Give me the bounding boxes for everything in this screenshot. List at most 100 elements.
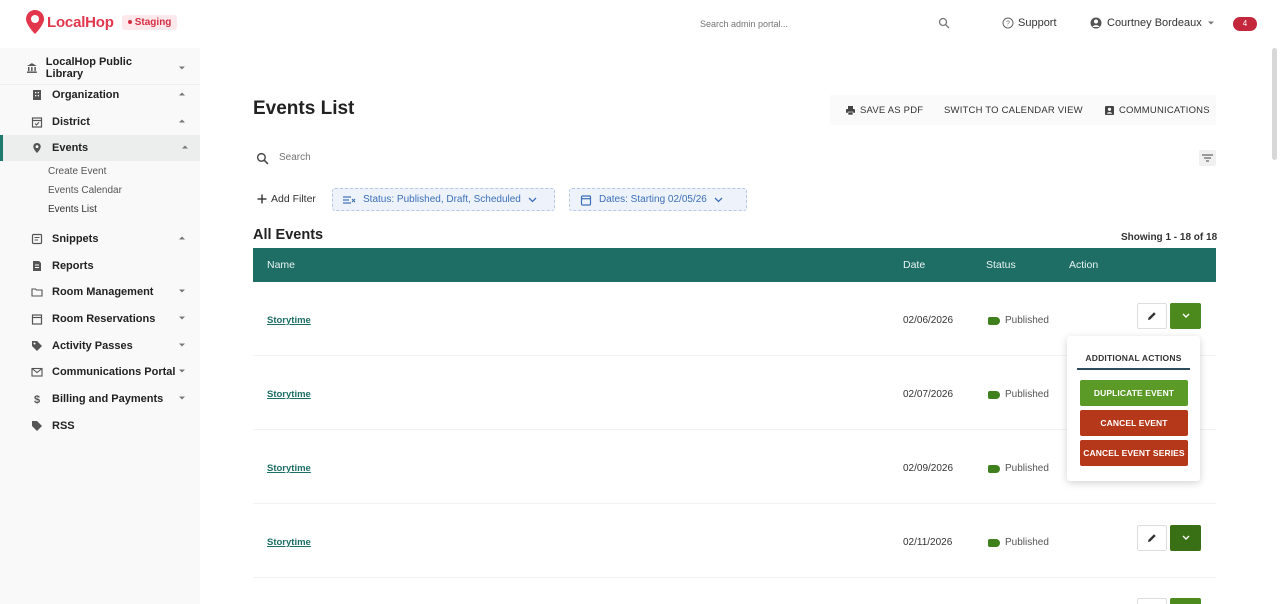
cancel-event-series-button[interactable]: CANCEL EVENT SERIES — [1080, 440, 1188, 466]
tag-icon — [988, 316, 1000, 325]
sidebar: LocalHop Public Library Organization Dis… — [0, 48, 200, 604]
support-label: Support — [1018, 17, 1057, 29]
section-title: All Events — [253, 227, 324, 243]
switch-to-calendar-view-button[interactable]: SWITCH TO CALENDAR VIEW — [944, 101, 1083, 119]
svg-text:$: $ — [34, 394, 40, 405]
event-name-link[interactable]: Storytime — [267, 537, 311, 548]
status-label: Published — [1005, 463, 1049, 474]
event-date: 02/11/2026 — [903, 537, 953, 548]
status-label: Published — [1005, 389, 1049, 400]
library-selector[interactable]: LocalHop Public Library — [26, 56, 186, 80]
events-search — [253, 150, 1216, 168]
sidebar-item-communications-portal[interactable]: Communications Portal — [0, 359, 200, 385]
chevron-down-icon — [528, 197, 537, 202]
status-label: Published — [1005, 315, 1049, 326]
event-name-link[interactable]: Storytime — [267, 389, 311, 400]
snippet-icon — [31, 233, 43, 245]
tag-icon — [988, 464, 1000, 473]
result-count: Showing 1 - 18 of 18 — [1121, 232, 1218, 243]
tag-icon — [32, 341, 42, 351]
sidebar-item-organization[interactable]: Organization — [0, 82, 200, 108]
events-search-input[interactable] — [279, 152, 679, 163]
dates-filter-label: Dates: Starting 02/05/26 — [599, 194, 707, 205]
column-header-date[interactable]: Date — [903, 259, 925, 271]
sidebar-item-billing-and-payments[interactable]: $ Billing and Payments — [0, 386, 200, 412]
caret-up-icon — [182, 145, 188, 149]
caret-down-icon — [179, 396, 185, 400]
dates-filter-chip[interactable]: Dates: Starting 02/05/26 — [569, 188, 747, 211]
map-pin-logo-icon — [26, 10, 44, 34]
sidebar-item-label: Room Reservations — [52, 313, 156, 325]
sidebar-item-label: District — [52, 116, 90, 128]
badge-dot — [127, 20, 132, 24]
more-actions-button[interactable] — [1170, 303, 1201, 329]
pin-icon — [33, 143, 41, 153]
sidebar-item-label: Snippets — [52, 233, 99, 245]
sidebar-item-district[interactable]: District — [0, 109, 200, 135]
event-name-link[interactable]: Storytime — [267, 315, 311, 326]
help-icon: ? — [1002, 17, 1014, 29]
sidebar-subitem-create-event[interactable]: Create Event — [48, 166, 106, 177]
admin-search-input[interactable] — [700, 19, 930, 29]
sidebar-item-label: Events — [52, 142, 89, 154]
notification-badge[interactable]: 4 — [1233, 17, 1257, 31]
sidebar-item-label: RSS — [52, 420, 75, 432]
rss-icon — [32, 421, 42, 431]
column-header-action: Action — [1069, 259, 1099, 271]
filter-lines-icon[interactable] — [1199, 150, 1216, 166]
sidebar-item-snippets[interactable]: Snippets — [0, 226, 200, 252]
filter-cancel-icon — [343, 195, 356, 204]
sidebar-subitem-events-calendar[interactable]: Events Calendar — [48, 185, 122, 196]
caret-down-icon — [179, 369, 185, 373]
env-badge-label: Staging — [134, 16, 172, 28]
communications-button[interactable]: COMMUNICATIONS — [1104, 101, 1210, 119]
status-filter-chip[interactable]: Status: Published, Draft, Scheduled — [332, 188, 555, 211]
user-menu[interactable]: Courtney Bordeaux — [1090, 17, 1215, 29]
page-title: Events List — [253, 98, 355, 119]
more-actions-button[interactable] — [1170, 525, 1201, 551]
caret-down-icon — [179, 289, 185, 293]
column-header-name[interactable]: Name — [267, 259, 295, 271]
status-label: Published — [1005, 537, 1049, 548]
pencil-icon — [1148, 312, 1156, 320]
caret-down-icon — [1207, 21, 1214, 25]
sidebar-item-label: Billing and Payments — [52, 393, 164, 405]
cancel-event-button[interactable]: CANCEL EVENT — [1080, 410, 1188, 436]
sidebar-item-activity-passes[interactable]: Activity Passes — [0, 333, 200, 359]
calendar-check-icon — [31, 117, 43, 128]
duplicate-event-button[interactable]: DUPLICATE EVENT — [1080, 380, 1188, 406]
sidebar-subitem-events-list[interactable]: Events List — [48, 204, 97, 215]
sidebar-item-label: Room Management — [52, 286, 154, 298]
more-actions-button[interactable] — [1170, 598, 1201, 604]
caret-up-icon — [179, 92, 185, 96]
support-link[interactable]: ? Support — [1002, 17, 1057, 29]
sidebar-item-room-management[interactable]: Room Management — [0, 279, 200, 305]
edit-button[interactable] — [1137, 303, 1167, 329]
event-date: 02/09/2026 — [903, 463, 954, 474]
sidebar-item-events[interactable]: Events — [0, 135, 200, 161]
event-name-link[interactable]: Storytime — [267, 463, 311, 474]
sidebar-item-rss[interactable]: RSS — [0, 413, 200, 439]
add-filter-label: Add Filter — [271, 193, 316, 205]
edit-button[interactable] — [1137, 598, 1167, 604]
sidebar-item-room-reservations[interactable]: Room Reservations — [0, 306, 200, 332]
caret-up-icon — [179, 236, 185, 240]
sidebar-item-reports[interactable]: Reports — [0, 253, 200, 279]
logo[interactable]: LocalHop Staging — [26, 10, 178, 34]
save-as-pdf-button[interactable]: SAVE AS PDF — [845, 101, 923, 119]
tag-icon — [988, 390, 1000, 399]
status-badge: Published — [988, 315, 1049, 326]
add-filter-button[interactable]: Add Filter — [257, 193, 316, 205]
contact-card-icon — [1105, 105, 1114, 115]
communications-label: COMMUNICATIONS — [1119, 104, 1210, 116]
column-header-status[interactable]: Status — [986, 259, 1016, 271]
scrollbar[interactable] — [1272, 48, 1277, 160]
plus-icon — [257, 194, 267, 204]
search-icon[interactable] — [938, 17, 950, 29]
edit-button[interactable] — [1137, 525, 1167, 551]
building-icon — [33, 90, 41, 100]
event-date: 02/06/2026 — [903, 315, 954, 326]
save-as-pdf-label: SAVE AS PDF — [860, 104, 924, 116]
admin-search — [700, 14, 955, 34]
caret-down-icon — [179, 66, 186, 70]
